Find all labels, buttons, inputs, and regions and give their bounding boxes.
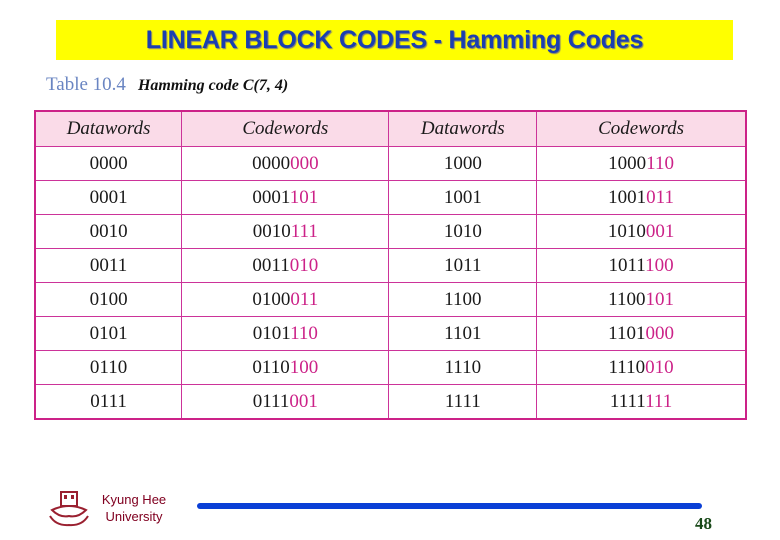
codeword-cell: 0010111 — [181, 214, 390, 249]
codeword-parity-bits: 010 — [645, 356, 674, 378]
codeword-data-bits: 1110 — [608, 356, 646, 378]
dataword-cell: 0111 — [34, 384, 183, 420]
header-datawords-2: Datawords — [388, 110, 538, 147]
codeword-cell: 1011100 — [536, 248, 747, 283]
codeword-data-bits: 0111 — [252, 390, 290, 412]
codeword-parity-bits: 111 — [290, 220, 318, 242]
codeword-data-bits: 1001 — [608, 186, 647, 208]
table-header-row: Datawords Codewords Datawords Codewords — [34, 110, 747, 147]
codeword-data-bits: 0101 — [252, 322, 291, 344]
dataword-cell: 0011 — [34, 248, 183, 283]
table-number: Table 10.4 — [46, 74, 126, 95]
codeword-cell: 0111001 — [181, 384, 390, 420]
codeword-data-bits: 1011 — [608, 254, 646, 276]
table-title: Hamming code C(7, 4) — [137, 77, 289, 94]
codeword-cell: 0101110 — [181, 316, 390, 351]
codeword-cell: 1010001 — [536, 214, 747, 249]
table-caption: Table 10.4 Hamming code C(7, 4) — [46, 74, 288, 96]
codeword-parity-bits: 011 — [646, 186, 674, 208]
table-row: 0101 0101110 1101 1101000 — [34, 316, 747, 351]
codeword-cell: 0100011 — [181, 282, 390, 317]
table-row: 0100 0100011 1100 1100101 — [34, 282, 747, 317]
codeword-data-bits: 1100 — [608, 288, 646, 310]
table-row: 0110 0110100 1110 1110010 — [34, 350, 747, 385]
hamming-code-table: Datawords Codewords Datawords Codewords … — [34, 110, 747, 420]
codeword-cell: 0000000 — [181, 146, 390, 181]
codeword-data-bits: 1101 — [608, 322, 646, 344]
dataword-cell: 1000 — [388, 146, 538, 181]
table-row: 0001 0001101 1001 1001011 — [34, 180, 747, 215]
page-number: 48 — [695, 514, 712, 533]
codeword-parity-bits: 001 — [645, 220, 675, 242]
header-codewords-2: Codewords — [536, 110, 747, 147]
codeword-cell: 1111111 — [536, 384, 747, 420]
university-name-line2: University — [105, 509, 163, 524]
codeword-cell: 1100101 — [536, 282, 747, 317]
dataword-cell: 0010 — [34, 214, 183, 249]
university-name: Kyung Hee University — [94, 491, 174, 525]
codeword-parity-bits: 100 — [289, 356, 319, 378]
codeword-cell: 1000110 — [536, 146, 747, 181]
codeword-data-bits: 0000 — [252, 152, 291, 174]
table-row: 0111 0111001 1111 1111111 — [34, 384, 747, 420]
header-codewords-1: Codewords — [181, 110, 390, 147]
header-datawords-1: Datawords — [34, 110, 183, 147]
university-name-line1: Kyung Hee — [101, 492, 167, 507]
table-row: 0000 0000000 1000 1000110 — [34, 146, 747, 181]
codeword-data-bits: 1010 — [607, 220, 646, 242]
slide-title-banner: LINEAR BLOCK CODES - Hamming Codes — [56, 20, 733, 60]
codeword-cell: 0001101 — [181, 180, 390, 215]
codeword-parity-bits: 000 — [645, 322, 674, 344]
codeword-cell: 1001011 — [536, 180, 747, 215]
footer-divider — [197, 503, 702, 509]
dataword-cell: 1111 — [388, 384, 538, 420]
codeword-parity-bits: 010 — [289, 254, 319, 276]
codeword-parity-bits: 100 — [645, 254, 674, 276]
codeword-parity-bits: 000 — [290, 152, 319, 174]
dataword-cell: 0101 — [34, 316, 183, 351]
codeword-parity-bits: 101 — [289, 186, 319, 208]
slide-title: LINEAR BLOCK CODES - Hamming Codes — [145, 25, 644, 54]
codeword-data-bits: 0001 — [252, 186, 290, 208]
codeword-parity-bits: 110 — [290, 322, 318, 344]
dataword-cell: 0100 — [34, 282, 183, 317]
codeword-data-bits: 0100 — [252, 288, 291, 310]
codeword-cell: 0011010 — [181, 248, 390, 283]
codeword-data-bits: 0011 — [252, 254, 290, 276]
codeword-data-bits: 1000 — [608, 152, 647, 174]
codeword-data-bits: 0010 — [252, 220, 291, 242]
codeword-cell: 0110100 — [181, 350, 390, 385]
dataword-cell: 0110 — [34, 350, 183, 385]
codeword-parity-bits: 011 — [290, 288, 319, 310]
dataword-cell: 1011 — [388, 248, 538, 283]
codeword-parity-bits: 101 — [645, 288, 674, 310]
codeword-parity-bits: 001 — [289, 390, 318, 412]
codeword-parity-bits: 110 — [646, 152, 674, 174]
dataword-cell: 1010 — [388, 214, 538, 249]
dataword-cell: 0001 — [34, 180, 183, 215]
dataword-cell: 1001 — [388, 180, 538, 215]
table-row: 0011 0011010 1011 1011100 — [34, 248, 747, 283]
dataword-cell: 1101 — [388, 316, 538, 351]
dataword-cell: 1100 — [388, 282, 538, 317]
table-row: 0010 0010111 1010 1010001 — [34, 214, 747, 249]
dataword-cell: 1110 — [388, 350, 538, 385]
dataword-cell: 0000 — [34, 146, 183, 181]
codeword-data-bits: 0110 — [252, 356, 290, 378]
university-emblem-icon — [49, 491, 89, 527]
codeword-cell: 1101000 — [536, 316, 747, 351]
codeword-parity-bits: 111 — [645, 390, 673, 412]
codeword-cell: 1110010 — [536, 350, 747, 385]
codeword-data-bits: 1111 — [609, 390, 646, 412]
